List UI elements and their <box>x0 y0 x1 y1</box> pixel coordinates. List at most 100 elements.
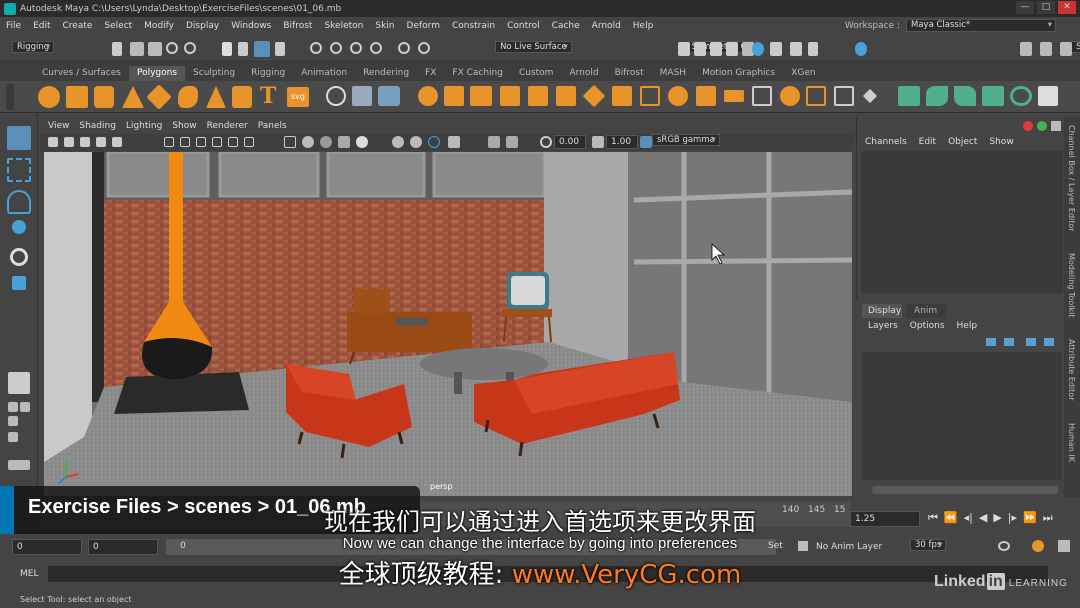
view-transform-icon[interactable] <box>640 136 652 148</box>
motion-blur-icon[interactable] <box>428 136 440 148</box>
paint-select-tool-icon[interactable] <box>7 190 31 214</box>
select-by-object-icon[interactable] <box>238 42 248 56</box>
panel-menu-show[interactable]: Show <box>172 121 196 131</box>
gamma-icon[interactable] <box>592 136 604 148</box>
split-icon[interactable] <box>556 86 576 106</box>
poly-torus-icon[interactable] <box>178 86 198 108</box>
perspective-viewport[interactable]: persp <box>44 152 852 496</box>
layout-outliner-icon[interactable] <box>8 432 18 442</box>
undo-icon[interactable] <box>166 42 178 54</box>
layout-side-by-side-icon[interactable] <box>20 402 30 412</box>
bookmarks-icon[interactable] <box>64 137 74 147</box>
auto-map-icon[interactable] <box>806 86 826 106</box>
layout-hypershade-icon[interactable] <box>8 460 30 470</box>
menu-windows[interactable]: Windows <box>231 21 271 31</box>
multi-cut-icon[interactable] <box>640 86 660 106</box>
panel-options-icon[interactable] <box>1051 121 1061 131</box>
gamma-field[interactable]: 1.00 <box>606 135 638 149</box>
light-editor-icon[interactable] <box>770 42 782 56</box>
panel-menu-view[interactable]: View <box>48 121 69 131</box>
isolate-select-icon[interactable] <box>488 136 500 148</box>
scale-tool-icon[interactable] <box>12 276 26 290</box>
layer-tab-anim[interactable]: Anim <box>906 304 946 318</box>
shelf-tab-fx-caching[interactable]: FX Caching <box>444 66 511 81</box>
menu-create[interactable]: Create <box>63 21 93 31</box>
channelbox-menu-edit[interactable]: Edit <box>919 137 936 147</box>
side-tab-channel-box[interactable]: Channel Box / Layer Editor <box>1067 125 1076 232</box>
exposure-field[interactable]: 0.00 <box>554 135 586 149</box>
bevel-icon[interactable] <box>470 86 492 106</box>
shelf-tab-sculpting[interactable]: Sculpting <box>185 66 243 81</box>
select-mask-icon[interactable] <box>275 42 285 56</box>
harden-edge-icon[interactable] <box>926 86 948 106</box>
connect-icon[interactable] <box>696 86 716 106</box>
account-avatar-icon[interactable] <box>855 42 867 56</box>
workspace-dropdown[interactable]: Maya Classic* <box>906 19 1056 32</box>
grease-pencil-icon[interactable] <box>112 137 122 147</box>
render-current-frame-icon[interactable] <box>678 42 690 56</box>
film-gate-icon[interactable] <box>180 137 190 147</box>
move-tool-icon[interactable] <box>12 220 26 234</box>
menu-set-dropdown[interactable]: Rigging <box>12 41 55 53</box>
poly-sphere-icon[interactable] <box>38 86 60 108</box>
panel-menu-panels[interactable]: Panels <box>258 121 287 131</box>
shelf-tab-curves-surfaces[interactable]: Curves / Surfaces <box>34 66 129 81</box>
resolution-gate-icon[interactable] <box>196 137 206 147</box>
poly-cube-icon[interactable] <box>66 86 88 108</box>
snap-red-icon[interactable] <box>1023 121 1033 131</box>
shelf-tab-motion-graphics[interactable]: Motion Graphics <box>694 66 783 81</box>
channelbox-menu-show[interactable]: Show <box>989 137 1013 147</box>
color-space-dropdown[interactable]: sRGB gamma <box>652 134 720 146</box>
collapse-icon[interactable] <box>582 84 606 108</box>
minimize-button[interactable]: — <box>1016 1 1034 14</box>
menu-edit[interactable]: Edit <box>33 21 50 31</box>
snap-surface-icon[interactable] <box>370 42 382 54</box>
layer-menu-help[interactable]: Help <box>957 321 978 331</box>
snap-grid-icon[interactable] <box>310 42 322 54</box>
smooth-shade-icon[interactable] <box>302 136 314 148</box>
menu-modify[interactable]: Modify <box>144 21 174 31</box>
poly-type-icon[interactable]: T <box>260 85 280 109</box>
layer-scrollbar[interactable] <box>872 486 1058 494</box>
shelf-menu-icon[interactable] <box>6 84 14 110</box>
move-layer-down-icon[interactable] <box>1004 338 1014 346</box>
side-tab-modeling-toolkit[interactable]: Modeling Toolkit <box>1067 253 1076 317</box>
target-weld-icon[interactable] <box>668 86 688 106</box>
redo-icon[interactable] <box>184 42 196 54</box>
lasso-tool-icon[interactable] <box>7 158 31 182</box>
panel-menu-lighting[interactable]: Lighting <box>126 121 162 131</box>
uv-checker-icon[interactable] <box>1038 86 1058 106</box>
shelf-tab-polygons[interactable]: Polygons <box>128 66 186 81</box>
poly-pipe-icon[interactable] <box>232 86 252 108</box>
select-by-hierarchy-icon[interactable] <box>222 42 232 56</box>
side-tab-human-ik[interactable]: Human IK <box>1067 423 1076 462</box>
combine-icon[interactable] <box>352 86 372 106</box>
sign-in-dropdown[interactable]: Sign In <box>1071 41 1080 53</box>
cut-uv-icon[interactable] <box>834 86 854 106</box>
save-scene-icon[interactable] <box>148 42 162 56</box>
new-layer-selected-icon[interactable] <box>1044 338 1054 346</box>
menu-file[interactable]: File <box>6 21 21 31</box>
layout-persp-graph-icon[interactable] <box>8 416 18 426</box>
shelf-tab-bifrost[interactable]: Bifrost <box>607 66 652 81</box>
panel-menu-renderer[interactable]: Renderer <box>207 121 248 131</box>
field-chart-icon[interactable] <box>228 137 238 147</box>
move-layer-up-icon[interactable] <box>986 338 996 346</box>
menu-display[interactable]: Display <box>186 21 219 31</box>
menu-deform[interactable]: Deform <box>407 21 440 31</box>
uv-editor-icon[interactable] <box>752 86 772 106</box>
layer-menu-layers[interactable]: Layers <box>868 321 898 331</box>
pause-icon[interactable] <box>808 42 818 56</box>
new-empty-layer-icon[interactable] <box>1026 338 1036 346</box>
select-tool-icon[interactable] <box>7 126 31 150</box>
shadows-icon[interactable] <box>392 136 404 148</box>
screen-space-ao-icon[interactable] <box>410 136 422 148</box>
2d-pan-zoom-icon[interactable] <box>96 137 106 147</box>
open-scene-icon[interactable] <box>130 42 144 56</box>
menu-constrain[interactable]: Constrain <box>452 21 495 31</box>
new-scene-icon[interactable] <box>112 42 122 56</box>
channelbox-menu-object[interactable]: Object <box>948 137 977 147</box>
side-tab-attribute-editor[interactable]: Attribute Editor <box>1067 339 1076 401</box>
poly-pyramid-icon[interactable] <box>206 86 226 108</box>
panel-menu-shading[interactable]: Shading <box>79 121 116 131</box>
